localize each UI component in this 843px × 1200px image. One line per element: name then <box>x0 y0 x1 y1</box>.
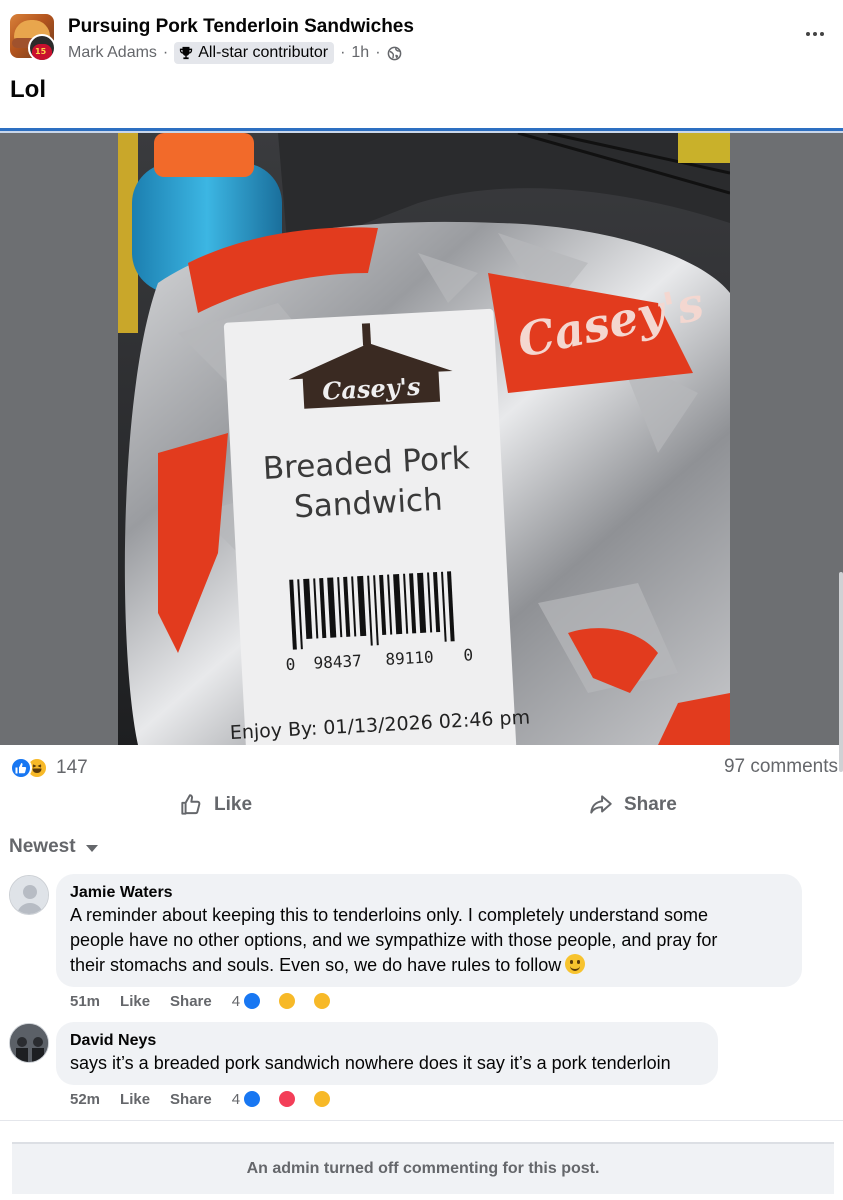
yellow-object-shape <box>678 133 730 163</box>
meta-separator: · <box>162 44 169 61</box>
author-name-link[interactable]: Mark Adams <box>68 44 157 62</box>
label-logo-chimney <box>361 323 372 346</box>
like-reaction-icon <box>242 991 263 1011</box>
meta-separator: · <box>375 44 381 61</box>
comment-reaction-count: 4 <box>231 992 241 1010</box>
reaction-count: 147 <box>56 757 88 778</box>
commenter-name-link[interactable]: David Neys <box>70 1031 704 1051</box>
care-reaction-icon <box>277 991 298 1011</box>
comment-time-link[interactable]: 52m <box>70 1091 100 1108</box>
like-reaction-icon <box>10 757 32 779</box>
barcode-digits-1: 98437 <box>313 651 362 672</box>
commenter-avatar[interactable] <box>9 1023 49 1063</box>
contributor-badge[interactable]: All-star contributor <box>174 42 335 64</box>
sad-reaction-icon <box>312 1089 333 1109</box>
globe-icon[interactable] <box>387 46 402 61</box>
comment-time-link[interactable]: 51m <box>70 993 100 1010</box>
more-icon <box>806 32 810 36</box>
comment-line: says it’s a breaded pork sandwich nowher… <box>70 1053 671 1073</box>
divider <box>0 1120 843 1121</box>
comment-line: A reminder about keeping this to tenderl… <box>70 905 709 925</box>
post-photo[interactable]: Casey's Casey's Breaded Pork Sandwich 0 … <box>118 133 730 745</box>
barcode-digit-left: 0 <box>285 655 296 674</box>
comment-share-button[interactable]: Share <box>170 993 212 1010</box>
avatar-group-photo <box>10 1024 48 1062</box>
post-actions: Like Share <box>0 782 843 828</box>
more-icon-dot <box>813 32 817 36</box>
share-button[interactable]: Share <box>588 792 677 818</box>
comment-bubble: David Neys says it’s a breaded pork sand… <box>56 1022 718 1085</box>
user-avatar[interactable]: 15 <box>28 34 56 62</box>
thumbs-up-icon <box>181 794 201 815</box>
like-button-label: Like <box>214 794 253 815</box>
comment-meta: 51m Like Share 4 <box>70 991 352 1011</box>
post-image-frame[interactable]: Casey's Casey's Breaded Pork Sandwich 0 … <box>0 133 843 745</box>
comment-like-button[interactable]: Like <box>120 1091 150 1108</box>
scrollbar[interactable] <box>839 572 843 772</box>
comment-bubble: Jamie Waters A reminder about keeping th… <box>56 874 802 987</box>
label-logo-text: Casey's <box>322 372 422 406</box>
comment-sort-dropdown[interactable]: Newest <box>9 836 98 858</box>
post-text: Lol <box>10 76 46 103</box>
sandwich-label: Casey's Breaded Pork Sandwich 0 98437 89… <box>223 308 531 745</box>
bottle-cap <box>154 133 254 177</box>
share-button-label: Share <box>624 794 677 815</box>
like-button[interactable]: Like <box>178 792 252 818</box>
post-header: 15 Pursuing Pork Tenderloin Sandwiches M… <box>0 0 843 70</box>
comment-line: people have no other options, and we sym… <box>70 930 718 950</box>
comment-reaction-count: 4 <box>231 1090 241 1108</box>
comment-meta: 52m Like Share 4 <box>70 1089 352 1109</box>
like-reaction-icon <box>242 1089 263 1109</box>
badge-label: All-star contributor <box>198 44 329 61</box>
comment-line-text: their stomachs and souls. Even so, we do… <box>70 955 562 975</box>
comments-count-link[interactable]: 97 comments <box>724 756 838 778</box>
comment-like-button[interactable]: Like <box>120 993 150 1010</box>
barcode-digits-2: 89110 <box>385 647 434 668</box>
comment-line: their stomachs and souls. Even so, we do… <box>70 953 788 978</box>
love-reaction-icon <box>277 1089 298 1109</box>
sort-label: Newest <box>9 836 76 857</box>
smile-emoji-icon <box>565 954 586 974</box>
post-time-link[interactable]: 1h <box>351 44 369 62</box>
caret-down-icon <box>85 845 98 852</box>
post-meta: Mark Adams · All-star contributor · 1h · <box>68 42 402 64</box>
more-options-button[interactable] <box>803 22 827 46</box>
commenter-name-link[interactable]: Jamie Waters <box>70 883 788 903</box>
avatar-silhouette <box>10 876 48 914</box>
more-icon-dot <box>820 32 824 36</box>
commenting-disabled-notice: An admin turned off commenting for this … <box>12 1142 834 1194</box>
comment-share-button[interactable]: Share <box>170 1091 212 1108</box>
barcode-digit-right: 0 <box>463 645 474 664</box>
jersey-number: 15 <box>35 47 47 56</box>
trophy-icon <box>180 46 193 60</box>
share-arrow-icon <box>590 795 612 814</box>
group-name-link[interactable]: Pursuing Pork Tenderloin Sandwiches <box>68 16 414 38</box>
commenter-avatar[interactable] <box>9 875 49 915</box>
haha-reaction-icon <box>312 991 333 1011</box>
photo-illustration: Casey's Casey's Breaded Pork Sandwich 0 … <box>118 133 730 745</box>
meta-separator: · <box>340 44 346 61</box>
reaction-summary[interactable]: 147 <box>10 756 88 780</box>
